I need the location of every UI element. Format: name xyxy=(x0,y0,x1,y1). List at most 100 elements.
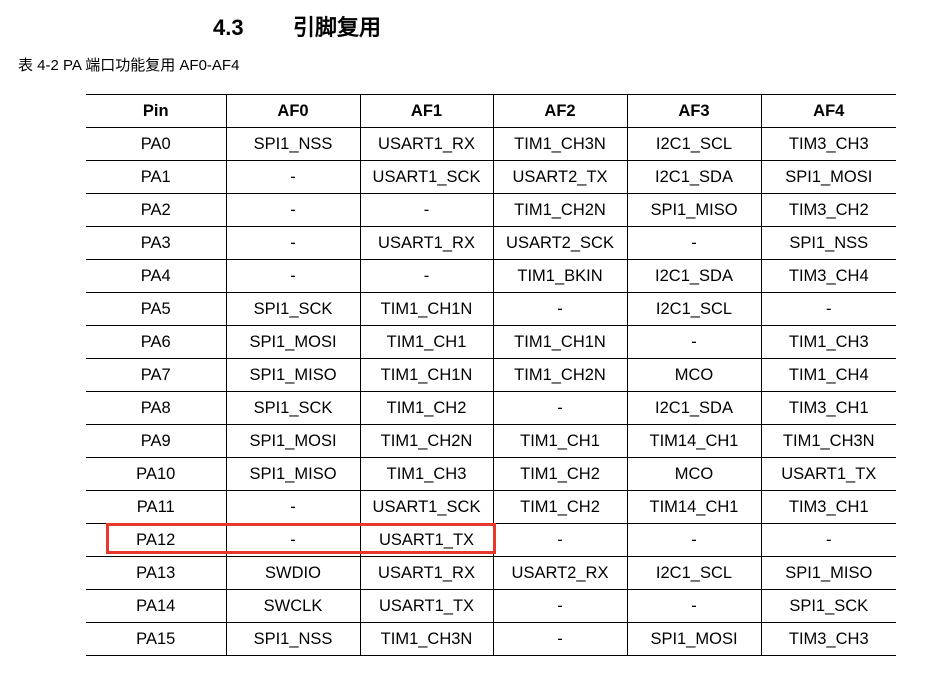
cell-af1: USART1_SCK xyxy=(359,490,494,524)
cell-pin: PA7 xyxy=(86,358,227,392)
table-caption: 表 4-2 PA 端口功能复用 AF0-AF4 xyxy=(18,57,240,74)
table-row: PA0 SPI1_NSS USART1_RX TIM1_CH3N I2C1_SCL TIM… xyxy=(86,127,896,161)
table-row: PA9 SPI1_MOSI TIM1_CH2N TIM1_CH1 TIM14_CH1 TI… xyxy=(86,424,896,458)
table-row: PA15 SPI1_NSS TIM1_CH3N - SPI1_MOSI TIM3_CH3 xyxy=(86,622,896,656)
cell-af0: SPI1_MOSI xyxy=(225,424,361,458)
cell-af1: - xyxy=(359,259,494,293)
header-af2: AF2 xyxy=(492,94,628,128)
cell-pin: PA0 xyxy=(86,127,227,161)
cell-af3: MCO xyxy=(626,457,762,491)
cell-af2: TIM1_CH3N xyxy=(492,127,628,161)
cell-af4: SPI1_NSS xyxy=(760,226,896,260)
cell-pin: PA5 xyxy=(86,292,227,326)
cell-af4: SPI1_MISO xyxy=(760,556,896,590)
cell-af0: - xyxy=(225,259,361,293)
cell-af1: USART1_TX xyxy=(359,589,494,623)
cell-af4: TIM3_CH4 xyxy=(760,259,896,293)
table-row: PA11- USART1_SCK TIM1_CH2 TIM14_CH1 TIM3_CH1 xyxy=(86,490,896,524)
cell-af4: SPI1_SCK xyxy=(760,589,896,623)
cell-pin: PA9 xyxy=(86,424,227,458)
cell-af4: TIM3_CH3 xyxy=(760,127,896,161)
cell-af0: SPI1_SCK xyxy=(225,391,361,425)
cell-af0: SPI1_SCK xyxy=(225,292,361,326)
cell-af4: TIM1_CH3 xyxy=(760,325,896,359)
table-row: PA3- USART1_RX USART2_SCK - SPI1_NSS xyxy=(86,226,896,260)
cell-af3: I2C1_SDA xyxy=(626,259,762,293)
section-heading: 4.3 引脚复用 xyxy=(213,10,381,42)
table-row: PA12- USART1_TX - - - xyxy=(86,523,896,557)
cell-af3: I2C1_SCL xyxy=(626,292,762,326)
cell-af3: TIM14_CH1 xyxy=(626,424,762,458)
cell-af4: SPI1_MOSI xyxy=(760,160,896,194)
table-row: PA13 SWDIO USART1_RX USART2_RX I2C1_SCL SPI1_… xyxy=(86,556,896,590)
cell-af2: - xyxy=(492,589,628,623)
cell-pin: PA10 xyxy=(86,457,227,491)
table-row: PA4- - TIM1_BKIN I2C1_SDA TIM3_CH4 xyxy=(86,259,896,293)
cell-pin: PA1 xyxy=(86,160,227,194)
table-row: PA5 SPI1_SCK TIM1_CH1N - I2C1_SCL - xyxy=(86,292,896,326)
cell-af1: TIM1_CH3 xyxy=(359,457,494,491)
header-af1: AF1 xyxy=(359,94,494,128)
cell-pin: PA8 xyxy=(86,391,227,425)
table-row: PA10 SPI1_MISO TIM1_CH3 TIM1_CH2 MCO USART1_T… xyxy=(86,457,896,491)
cell-af1: TIM1_CH2 xyxy=(359,391,494,425)
section-title: 引脚复用 xyxy=(293,15,382,40)
header-af0: AF0 xyxy=(225,94,361,128)
table-row: PA7 SPI1_MISO TIM1_CH1N TIM1_CH2N MCO TIM1_CH… xyxy=(86,358,896,392)
cell-af0: SPI1_NSS xyxy=(225,622,361,656)
header-af4: AF4 xyxy=(760,94,896,128)
cell-af3: I2C1_SCL xyxy=(626,556,762,590)
cell-af2: TIM1_CH2N xyxy=(492,193,628,227)
cell-af1: USART1_RX xyxy=(359,556,494,590)
cell-af0: SPI1_MOSI xyxy=(225,325,361,359)
cell-af1: USART1_TX xyxy=(359,523,494,557)
cell-af1: - xyxy=(359,193,494,227)
table-row: PA2- - TIM1_CH2N SPI1_MISO TIM3_CH2 xyxy=(86,193,896,227)
header-af3: AF3 xyxy=(626,94,762,128)
cell-af2: TIM1_CH2 xyxy=(492,490,628,524)
cell-af4: - xyxy=(760,523,896,557)
cell-af4: TIM3_CH1 xyxy=(760,391,896,425)
cell-af4: - xyxy=(760,292,896,326)
cell-af2: USART2_SCK xyxy=(492,226,628,260)
cell-af1: TIM1_CH1 xyxy=(359,325,494,359)
cell-af1: USART1_SCK xyxy=(359,160,494,194)
cell-af3: - xyxy=(626,589,762,623)
cell-af0: SPI1_MISO xyxy=(225,457,361,491)
cell-af0: - xyxy=(225,193,361,227)
cell-af3: TIM14_CH1 xyxy=(626,490,762,524)
cell-af1: TIM1_CH1N xyxy=(359,358,494,392)
cell-af0: - xyxy=(225,226,361,260)
cell-af1: TIM1_CH1N xyxy=(359,292,494,326)
cell-af0: - xyxy=(225,160,361,194)
cell-af3: SPI1_MOSI xyxy=(626,622,762,656)
cell-af1: USART1_RX xyxy=(359,127,494,161)
cell-af1: USART1_RX xyxy=(359,226,494,260)
cell-af3: - xyxy=(626,325,762,359)
cell-af2: TIM1_CH1N xyxy=(492,325,628,359)
cell-af2: - xyxy=(492,622,628,656)
cell-pin: PA15 xyxy=(86,622,227,656)
cell-af4: TIM3_CH3 xyxy=(760,622,896,656)
cell-af2: - xyxy=(492,523,628,557)
cell-af4: TIM1_CH4 xyxy=(760,358,896,392)
cell-af2: TIM1_CH2 xyxy=(492,457,628,491)
cell-af0: - xyxy=(225,490,361,524)
cell-af2: - xyxy=(492,391,628,425)
alternate-function-table: Pin AF0 AF1 AF2 AF3 AF4 PA0 SPI1_NSS USART… xyxy=(86,94,896,656)
cell-pin: PA11 xyxy=(86,490,227,524)
cell-af3: MCO xyxy=(626,358,762,392)
cell-af4: TIM1_CH3N xyxy=(760,424,896,458)
cell-af1: TIM1_CH2N xyxy=(359,424,494,458)
cell-af2: TIM1_CH1 xyxy=(492,424,628,458)
cell-af3: I2C1_SDA xyxy=(626,391,762,425)
cell-af2: USART2_RX xyxy=(492,556,628,590)
cell-af4: USART1_TX xyxy=(760,457,896,491)
cell-af1: TIM1_CH3N xyxy=(359,622,494,656)
cell-af0: SPI1_MISO xyxy=(225,358,361,392)
cell-af0: - xyxy=(225,523,361,557)
cell-af0: SWDIO xyxy=(225,556,361,590)
table-row: PA1- USART1_SCK USART2_TX I2C1_SDA SPI1_MOSI xyxy=(86,160,896,194)
table-row: PA6 SPI1_MOSI TIM1_CH1 TIM1_CH1N - TIM1_CH3 xyxy=(86,325,896,359)
cell-pin: PA6 xyxy=(86,325,227,359)
